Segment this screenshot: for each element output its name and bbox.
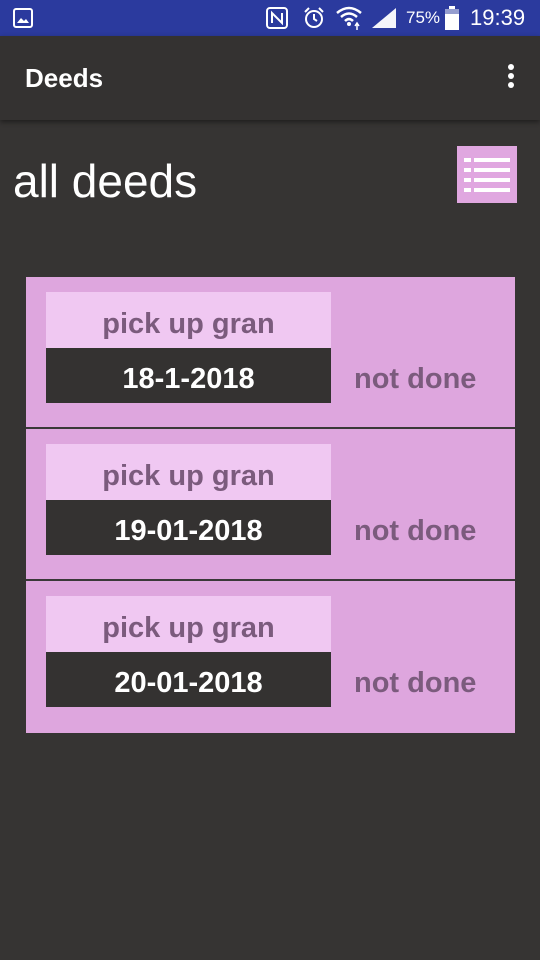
gallery-icon bbox=[13, 8, 33, 28]
status-bar: 75% 19:39 bbox=[0, 0, 540, 36]
deed-card[interactable]: pick up gran 19-01-2018 not done bbox=[26, 429, 515, 581]
deed-status: not done bbox=[354, 363, 477, 395]
deed-date: 19-01-2018 bbox=[46, 500, 331, 555]
deed-card[interactable]: pick up gran 18-1-2018 not done bbox=[26, 277, 515, 429]
app-bar: Deeds bbox=[0, 36, 540, 120]
battery-percentage: 75% bbox=[406, 8, 441, 27]
deed-list: pick up gran 18-1-2018 not done pick up … bbox=[26, 277, 515, 733]
more-vert-icon[interactable] bbox=[504, 64, 518, 92]
deed-date: 20-01-2018 bbox=[46, 652, 331, 707]
app-title: Deeds bbox=[25, 63, 104, 93]
wifi-icon bbox=[336, 6, 362, 30]
signal-icon bbox=[372, 8, 396, 28]
nfc-icon bbox=[266, 7, 288, 29]
deed-card[interactable]: pick up gran 20-01-2018 not done bbox=[26, 581, 515, 733]
deed-date: 18-1-2018 bbox=[46, 348, 331, 403]
deed-status: not done bbox=[354, 667, 477, 699]
list-icon bbox=[464, 158, 510, 192]
deed-name: pick up gran bbox=[46, 596, 331, 652]
deed-name: pick up gran bbox=[46, 292, 331, 348]
list-view-button[interactable] bbox=[457, 146, 517, 203]
deed-name: pick up gran bbox=[46, 444, 331, 500]
alarm-icon bbox=[304, 7, 324, 28]
page-title: all deeds bbox=[13, 155, 198, 207]
battery-icon bbox=[445, 6, 459, 30]
clock: 19:39 bbox=[470, 5, 526, 30]
deed-status: not done bbox=[354, 515, 477, 547]
